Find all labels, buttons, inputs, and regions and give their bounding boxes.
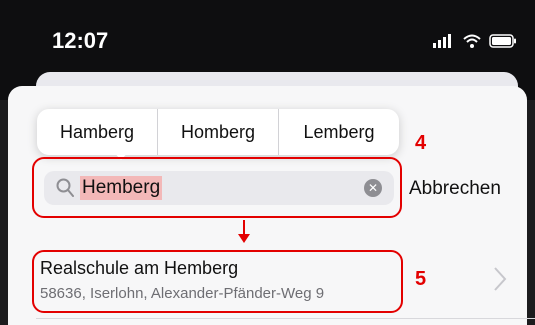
search-query: Hemberg (80, 176, 163, 200)
cancel-button[interactable]: Abbrechen (409, 178, 501, 200)
search-input[interactable]: Hemberg ✕ (44, 171, 394, 205)
result-title: Realschule am Hemberg (40, 258, 239, 278)
step-5-label: 5 (415, 268, 427, 290)
wifi-icon (463, 34, 481, 48)
status-icons (433, 34, 517, 48)
status-time: 12:07 (52, 28, 109, 53)
result-address: 58636, Iserlohn, Alexander-Pfänder-Weg 9 (40, 285, 325, 302)
chevron-right-icon[interactable] (493, 266, 507, 292)
suggestion-bar: Hamberg Homberg Lemberg (37, 109, 399, 155)
search-icon (56, 178, 74, 197)
step-arrow-head (238, 234, 250, 243)
suggestion-hamberg[interactable]: Hamberg (37, 109, 157, 155)
signal-icon (433, 34, 451, 48)
list-divider (36, 318, 535, 319)
suggestion-lemberg[interactable]: Lemberg (278, 109, 399, 155)
search-result-item[interactable]: Realschule am Hemberg 58636, Iserlohn, A… (32, 250, 403, 313)
suggestion-homberg[interactable]: Homberg (157, 109, 278, 155)
step-4-label: 4 (415, 132, 427, 154)
search-highlight-box: Hemberg ✕ (32, 157, 402, 218)
clear-icon[interactable]: ✕ (364, 179, 382, 197)
battery-icon (489, 34, 516, 48)
